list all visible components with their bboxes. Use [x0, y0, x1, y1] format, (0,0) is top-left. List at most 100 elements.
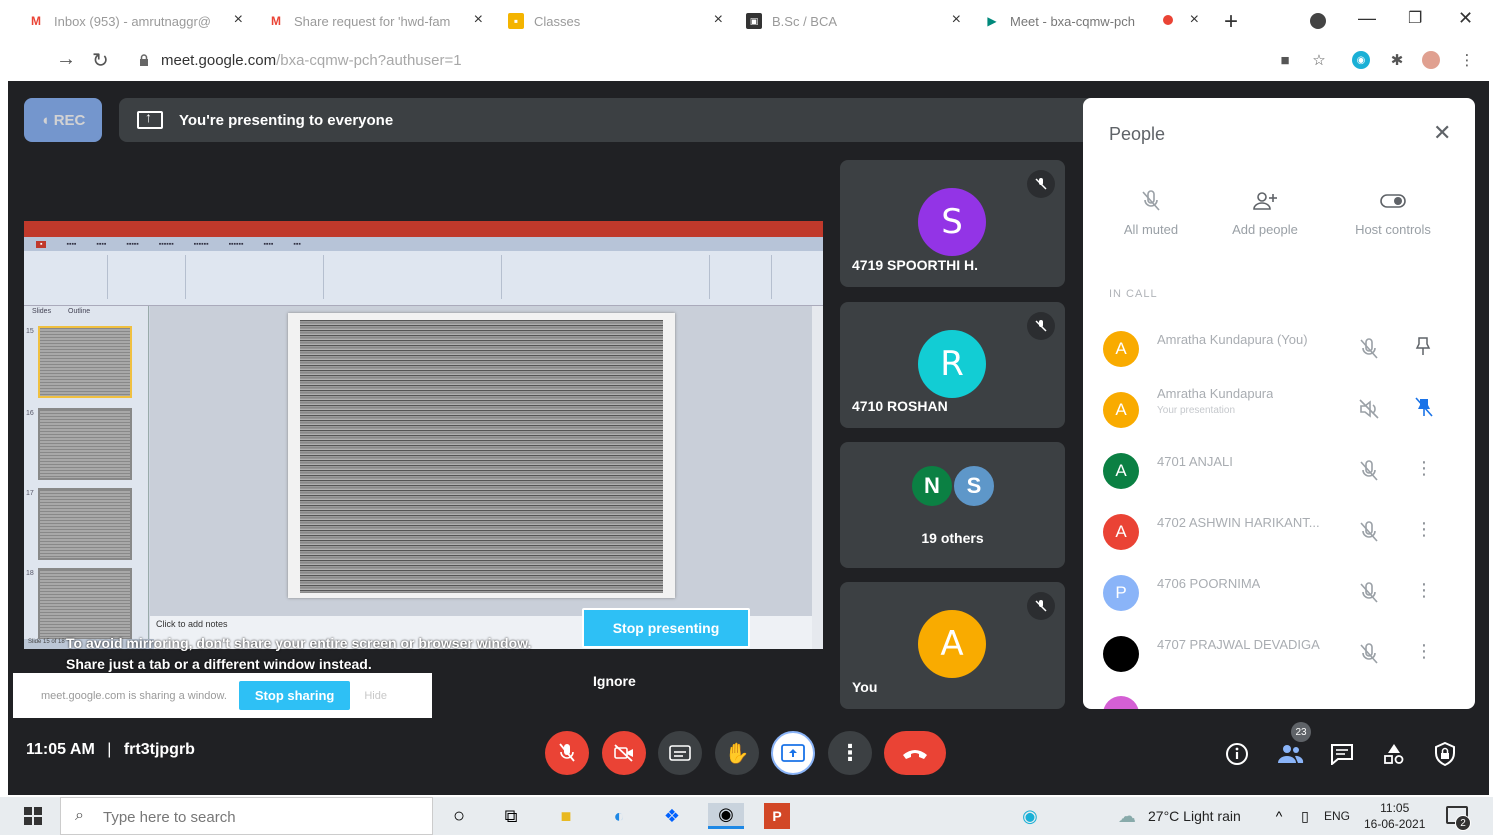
weather-text[interactable]: 27°C Light rain: [1148, 808, 1241, 824]
tab-close-icon[interactable]: ×: [714, 11, 723, 29]
participant-name: 4702 ASHWIN HARIKANT...: [1157, 515, 1320, 530]
participant-row[interactable]: A 4702 ASHWIN HARIKANT... ⋮: [1103, 507, 1463, 557]
dropbox-icon[interactable]: ❖: [659, 803, 685, 829]
cortana-icon[interactable]: ○: [446, 803, 472, 829]
window-close-button[interactable]: ✕: [1458, 8, 1473, 29]
scanned-page-image: [300, 320, 663, 593]
tab-close-icon[interactable]: ×: [474, 11, 483, 29]
present-button[interactable]: [771, 731, 815, 775]
mic-off-icon: [1358, 581, 1380, 610]
extension-icon[interactable]: ◉: [1352, 51, 1370, 69]
participant-tile[interactable]: S 4719 SPOORTHI H.: [840, 160, 1065, 287]
pane-tab-slides: Slides: [32, 308, 52, 315]
task-view-icon[interactable]: ⧉: [498, 803, 524, 829]
tab-search-icon[interactable]: [1310, 13, 1326, 29]
meeting-time: 11:05 AM: [26, 741, 95, 758]
leave-call-button[interactable]: [884, 731, 946, 775]
tab-bsc-bca[interactable]: ▣ B.Sc / BCA ×: [746, 6, 961, 36]
meeting-info-button[interactable]: [1222, 739, 1252, 769]
bookmark-star-icon[interactable]: ☆: [1310, 51, 1328, 69]
tab-title: B.Sc / BCA: [772, 13, 838, 29]
language-indicator[interactable]: ENG: [1324, 809, 1350, 823]
windows-start-icon[interactable]: [24, 807, 42, 825]
host-controls-action[interactable]: Host controls: [1333, 188, 1453, 237]
host-controls-button[interactable]: [1430, 739, 1460, 769]
ignore-button[interactable]: Ignore: [593, 673, 636, 689]
clock[interactable]: 11:05 16-06-2021: [1364, 800, 1425, 832]
participant-row[interactable]: A Amratha Kundapura Your presentation: [1103, 385, 1463, 435]
mic-off-icon: [1358, 459, 1380, 488]
search-placeholder: Type here to search: [103, 809, 236, 826]
address-bar-row: → ↻ meet.google.com/bxa-cqmw-pch?authuse…: [0, 42, 1493, 78]
reload-icon[interactable]: ↻: [92, 48, 109, 73]
more-options-icon[interactable]: ⋮: [1415, 580, 1433, 601]
edge-icon[interactable]: ◐: [606, 803, 632, 829]
raise-hand-button[interactable]: ✋: [715, 731, 759, 775]
activities-button[interactable]: [1379, 739, 1409, 769]
forward-icon[interactable]: →: [56, 48, 76, 71]
mic-toggle-button[interactable]: [545, 731, 589, 775]
camera-icon[interactable]: ■: [1276, 51, 1294, 69]
battery-icon[interactable]: ▯: [1292, 803, 1318, 829]
notification-count: 2: [1455, 815, 1471, 831]
file-explorer-icon[interactable]: ■: [553, 803, 579, 829]
slide-number: 15: [26, 328, 34, 335]
hide-button[interactable]: Hide: [364, 690, 387, 702]
class-icon: ▣: [746, 13, 762, 29]
more-options-icon[interactable]: ⋮: [1415, 458, 1433, 479]
captions-button[interactable]: [658, 731, 702, 775]
participant-row[interactable]: P 4706 POORNIMA ⋮: [1103, 568, 1463, 618]
more-options-icon[interactable]: ⋮: [1415, 641, 1433, 662]
mic-off-icon: [1027, 170, 1055, 198]
stop-presenting-button[interactable]: Stop presenting: [582, 608, 750, 648]
new-tab-button[interactable]: +: [1224, 8, 1238, 36]
add-people-action[interactable]: Add people: [1205, 188, 1325, 237]
chrome-icon[interactable]: ◉: [708, 803, 744, 829]
slide-status: Slide 15 of 18: [28, 639, 65, 645]
participant-tile[interactable]: R 4710 ROSHAN: [840, 302, 1065, 428]
present-screen-icon: [781, 744, 805, 762]
more-vert-icon: ⋮: [839, 740, 861, 765]
restore-button[interactable]: ❐: [1408, 8, 1422, 28]
pinned-icon[interactable]: [1415, 397, 1433, 422]
notes-placeholder: Click to add notes: [156, 619, 228, 629]
volume-off-icon[interactable]: [1358, 398, 1380, 425]
camera-toggle-button[interactable]: [602, 731, 646, 775]
avatar: A: [1103, 453, 1139, 489]
participant-row[interactable]: A 4701 ANJALI ⋮: [1103, 446, 1463, 496]
pin-icon[interactable]: [1415, 336, 1431, 361]
chat-button[interactable]: [1327, 739, 1357, 769]
tab-classes[interactable]: ▪ Classes ×: [508, 6, 723, 36]
participant-row[interactable]: A Amratha Kundapura (You): [1103, 324, 1463, 374]
chevron-up-icon[interactable]: ^: [1266, 803, 1292, 829]
taskbar-search[interactable]: ⌕ Type here to search: [60, 797, 433, 835]
app-tray-icon[interactable]: ◉: [1017, 803, 1043, 829]
tab-share-request[interactable]: M Share request for 'hwd-fam ×: [268, 6, 483, 36]
minimize-button[interactable]: —: [1358, 8, 1376, 29]
people-button[interactable]: [1275, 739, 1305, 769]
more-options-icon[interactable]: ⋮: [1415, 519, 1433, 540]
address-bar[interactable]: meet.google.com/bxa-cqmw-pch?authuser=1: [161, 52, 462, 69]
tab-close-icon[interactable]: ×: [952, 11, 961, 29]
recording-label: REC: [53, 111, 86, 129]
recording-badge[interactable]: ◖ REC: [24, 98, 102, 142]
tab-meet[interactable]: ▶ Meet - bxa-cqmw-pch ×: [984, 6, 1199, 36]
close-icon[interactable]: ✕: [1433, 120, 1451, 146]
more-options-button[interactable]: ⋮: [828, 731, 872, 775]
others-tile[interactable]: N S 19 others: [840, 442, 1065, 568]
browser-menu-icon[interactable]: ⋮: [1458, 51, 1476, 69]
extensions-puzzle-icon[interactable]: ✱: [1388, 51, 1406, 69]
profile-avatar-icon[interactable]: [1422, 51, 1440, 69]
mic-off-icon: [559, 743, 575, 762]
all-muted-action[interactable]: All muted: [1091, 188, 1211, 237]
lock-icon[interactable]: [139, 54, 149, 66]
stop-sharing-button[interactable]: Stop sharing: [238, 681, 351, 710]
slides-pane: Slides Outline 15 16 17 18: [24, 306, 149, 649]
powerpoint-icon[interactable]: P: [764, 803, 790, 829]
self-tile[interactable]: A You: [840, 582, 1065, 709]
participant-row[interactable]: 4707 PRAJWAL DEVADIGA ⋮: [1103, 629, 1463, 679]
mic-off-icon: [1358, 642, 1380, 671]
tab-close-icon[interactable]: ×: [234, 11, 243, 29]
tab-close-icon[interactable]: ×: [1190, 11, 1199, 29]
tab-inbox[interactable]: M Inbox (953) - amrutnaggr@ ×: [28, 6, 243, 36]
